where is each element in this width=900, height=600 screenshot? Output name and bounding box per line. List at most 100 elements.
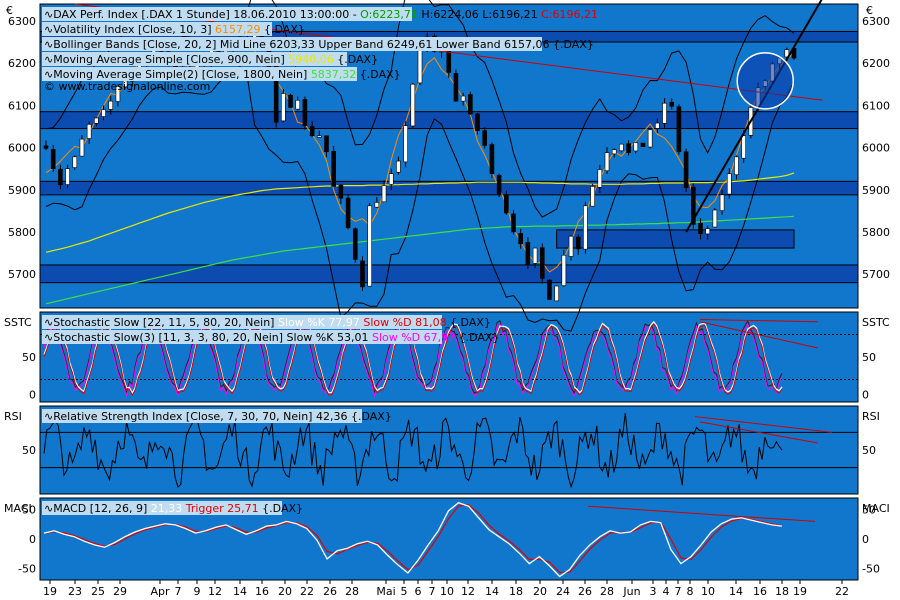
rsi-label-left: RSI (4, 410, 22, 423)
candle-body (94, 117, 99, 124)
x-tick-label: 25 (91, 585, 105, 598)
candle-body (547, 279, 552, 300)
x-tick-label: 28 (345, 585, 359, 598)
legend-part: 21,33 (151, 502, 183, 515)
legend-suffix: {.DAX} (261, 23, 305, 36)
price-ytick-left: 5800 (8, 226, 36, 239)
candle-body (647, 129, 653, 148)
highlight-circle (736, 52, 794, 110)
x-tick-label: 7 (429, 585, 436, 598)
candle-body (568, 235, 574, 257)
legend-text: Relative Strength Index [Close, 7, 30, 7… (53, 410, 392, 423)
candle-body (669, 101, 675, 107)
candle-body (345, 197, 351, 229)
candle-body (381, 185, 387, 203)
indicator-icon: ∿ (44, 410, 53, 423)
x-tick-label: 12 (461, 585, 475, 598)
candle-body (331, 151, 336, 187)
x-tick-label: 5 (401, 585, 408, 598)
x-tick-label: 8 (687, 585, 694, 598)
price-ytick-right: 6100 (862, 99, 890, 112)
legend-value: 6157,29 (215, 23, 261, 36)
stochastic-ytick-right: 0 (862, 389, 869, 402)
x-tick-label: 19 (793, 585, 807, 598)
price-ytick-left: 6100 (8, 99, 36, 112)
rsi-ytick-left: 50 (22, 444, 36, 457)
support-zone-3 (39, 264, 859, 284)
legend-entry: ∿MACD [12, 26, 9] 21,33 Trigger 25,71 {.… (44, 502, 303, 515)
legend-text: Bollinger Bands [Close, 20, 2] Mid Line … (53, 38, 594, 51)
legend-part: {.DAX} (447, 316, 491, 329)
candle-body (604, 152, 610, 171)
candle-body (511, 213, 516, 233)
legend-entry: ∿Moving Average Simple [Close, 900, Nein… (44, 53, 378, 66)
candle-body (288, 94, 293, 108)
macd-ytick-right: 0 (862, 533, 869, 546)
candle-body (281, 93, 286, 122)
legend-suffix: {.DAX} (334, 53, 378, 66)
candle-body (374, 202, 380, 208)
candle-body (101, 109, 106, 117)
legend-entry: ∿Stochastic Slow(3) [11, 3, 3, 80, 20, N… (44, 331, 499, 344)
x-tick-label: 29 (113, 585, 127, 598)
indicator-icon: ∿ (44, 502, 53, 515)
candle-body (352, 228, 358, 260)
candle-body (583, 205, 588, 250)
candle-body (367, 205, 372, 287)
candle-body (475, 113, 480, 131)
legend-text: Moving Average Simple [Close, 900, Nein] (53, 53, 288, 66)
candle-body (58, 168, 63, 186)
legend-entry: ∿Stochastic Slow [22, 11, 5, 80, 20, Nei… (44, 316, 491, 329)
price-ytick-left: 6200 (8, 57, 36, 70)
x-tick-label: 18 (509, 585, 523, 598)
legend-entry: ∿Relative Strength Index [Close, 7, 30, … (44, 410, 392, 423)
candle-body (302, 99, 308, 126)
legend-text: MACD [12, 26, 9] (53, 502, 151, 515)
candle-body (468, 94, 473, 115)
candle-body (396, 160, 401, 173)
candle-body (705, 228, 710, 235)
x-tick-label: 20 (533, 585, 547, 598)
watermark: © www.tradesignalonline.com (44, 80, 210, 93)
rsi-ytick-right: 50 (862, 444, 876, 457)
chart-canvas: 5700 57005800 58005900 59006000 60006100 6100… (4, 0, 890, 598)
x-tick-label: 7 (675, 585, 682, 598)
candle-body (496, 175, 502, 195)
candle-body (410, 83, 416, 127)
x-tick-label: 6 (415, 585, 422, 598)
candle-body (662, 102, 667, 124)
candle-body (619, 143, 624, 152)
candle-body (317, 135, 322, 138)
price-ytick-left: 5900 (8, 184, 36, 197)
x-tick-label: 9 (194, 585, 201, 598)
legend-part: Slow %D 81,08 (363, 316, 446, 329)
x-tick-label: 14 (485, 585, 499, 598)
indicator-icon: ∿ (44, 53, 53, 66)
x-tick-label: 14 (233, 585, 247, 598)
x-tick-label: 12 (208, 585, 222, 598)
candle-body (86, 124, 92, 139)
candle-body (72, 156, 78, 168)
stochastic-label-left: SSTC (4, 316, 32, 329)
candle-body (309, 126, 315, 137)
support-zone-1 (39, 111, 859, 130)
candle-body (611, 149, 617, 155)
x-tick-label: Jun (622, 585, 640, 598)
x-tick-label: Apr (150, 585, 170, 598)
legend-ohlc: C:6196,21 (541, 8, 598, 21)
price-ytick-left: 5700 (8, 268, 36, 281)
candle-body (295, 99, 301, 110)
x-tick-label: 18 (775, 585, 789, 598)
candle-body (482, 130, 488, 146)
legend-value: 5837,32 (311, 68, 357, 81)
candle-body (741, 135, 746, 159)
x-tick-label: 23 (68, 585, 82, 598)
price-ytick-left: 6000 (8, 142, 36, 155)
candle-body (719, 194, 725, 211)
candle-body (360, 260, 365, 288)
candle-body (518, 233, 523, 245)
candle-body (453, 73, 459, 102)
x-tick-label: 22 (835, 585, 849, 598)
macd-label-right: MACI (862, 502, 890, 515)
legend-ohlc: H:6224,06 L:6196,21 (418, 8, 541, 21)
